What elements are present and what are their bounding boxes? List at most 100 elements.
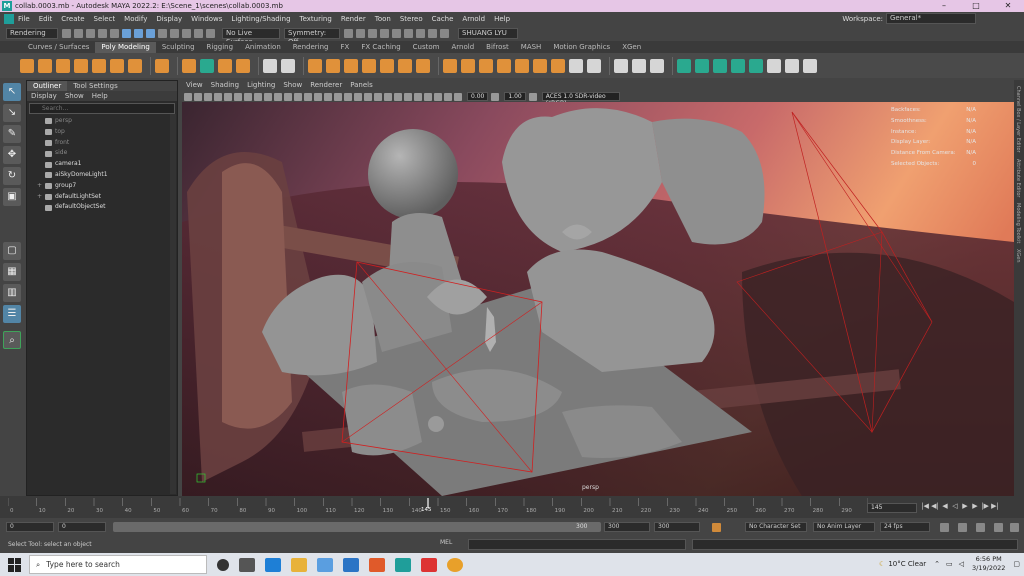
outliner-item-skydome[interactable]: aiSkyDomeLight1 <box>29 170 177 181</box>
menu-file[interactable]: File <box>18 15 30 23</box>
color-management-icon[interactable] <box>528 92 537 101</box>
outliner-item-group7[interactable]: + group7 <box>29 181 177 192</box>
poly-cube-icon[interactable] <box>38 58 52 73</box>
animation-end-field[interactable]: 300 <box>654 522 700 532</box>
poly-cone-icon[interactable] <box>74 58 88 73</box>
depth-of-field-icon[interactable] <box>414 92 422 101</box>
snap-grid-icon[interactable] <box>158 28 167 38</box>
combine-icon[interactable] <box>308 58 322 73</box>
super-shape-icon[interactable] <box>182 58 196 73</box>
edge-icon[interactable] <box>265 557 281 572</box>
snap-surface-icon[interactable] <box>206 28 215 38</box>
target-weld-icon[interactable] <box>551 58 565 73</box>
snap-view-icon[interactable] <box>194 28 203 38</box>
arnold-render-icon[interactable] <box>416 28 425 38</box>
user-account-dropdown[interactable]: SHUANG LYU <box>458 27 518 39</box>
shelf-tab-poly-modeling[interactable]: Poly Modeling <box>95 42 156 53</box>
menu-arnold[interactable]: Arnold <box>462 15 485 23</box>
exposure-icon[interactable] <box>454 92 462 101</box>
windows-start-icon[interactable] <box>8 557 24 572</box>
playback-start-field[interactable]: 0 <box>58 522 106 532</box>
bevel-icon[interactable] <box>479 58 493 73</box>
paint-select-tool-icon[interactable]: ✎ <box>3 125 21 143</box>
play-backwards-icon[interactable]: ◁ <box>950 502 960 510</box>
smooth-shade-icon[interactable] <box>324 92 332 101</box>
grease-pencil-icon[interactable] <box>234 92 242 101</box>
render-settings-icon[interactable] <box>392 28 401 38</box>
acrobat-icon[interactable] <box>421 557 437 572</box>
outliner-item-camera1[interactable]: camera1 <box>29 159 177 170</box>
menu-lighting-shading[interactable]: Lighting/Shading <box>231 15 290 23</box>
construction-history-icon[interactable] <box>344 28 353 38</box>
symmetry-dropdown[interactable]: Symmetry: Off <box>284 27 340 46</box>
uv-toolkit-icon[interactable] <box>785 58 799 73</box>
hypershade-icon[interactable] <box>404 28 413 38</box>
chrome-icon[interactable] <box>447 557 463 572</box>
select-tool-icon[interactable]: ↖ <box>3 83 21 101</box>
camera-based-mapping-icon[interactable] <box>749 58 763 73</box>
outliner-scrollbar[interactable] <box>170 114 176 494</box>
outliner-menu-show[interactable]: Show <box>65 91 84 101</box>
go-to-start-icon[interactable]: |◀ <box>920 502 930 510</box>
open-scene-icon[interactable] <box>74 28 83 38</box>
shelf-tab-arnold[interactable]: Arnold <box>446 42 481 53</box>
resolution-gate-icon[interactable] <box>264 92 272 101</box>
loop-icon[interactable] <box>940 523 949 532</box>
scale-tool-icon[interactable]: ▣ <box>3 188 21 206</box>
shelf-tab-rigging[interactable]: Rigging <box>201 42 240 53</box>
menu-toon[interactable]: Toon <box>375 15 391 23</box>
3d-viewport[interactable]: Backfaces: N/A Smoothness: N/A Instance: N/… <box>182 102 1014 496</box>
menu-create[interactable]: Create <box>61 15 84 23</box>
outliner-layout-icon[interactable]: ☰ <box>3 305 21 323</box>
search-icon[interactable]: ⌕ <box>3 331 21 349</box>
shelf-tab-animation[interactable]: Animation <box>239 42 287 53</box>
smooth-icon[interactable] <box>281 58 295 73</box>
fps-dropdown[interactable]: 24 fps <box>880 522 930 532</box>
film-gate-icon[interactable] <box>254 92 262 101</box>
poly-plane-icon[interactable] <box>110 58 124 73</box>
close-button[interactable]: ✕ <box>992 0 1024 12</box>
new-scene-icon[interactable] <box>62 28 71 38</box>
office-icon[interactable] <box>369 557 385 572</box>
auto-key-icon[interactable] <box>712 523 721 532</box>
gate-mask-icon[interactable] <box>274 92 282 101</box>
slide-edge-icon[interactable] <box>632 58 646 73</box>
step-back-frame-icon[interactable]: ◀ <box>940 502 950 510</box>
select-object-icon[interactable] <box>134 28 143 38</box>
character-set-dropdown[interactable]: No Character Set <box>745 522 807 532</box>
shelf-tab-mash[interactable]: MASH <box>515 42 548 53</box>
viewport-menu-panels[interactable]: Panels <box>350 80 373 91</box>
save-scene-icon[interactable] <box>86 28 95 38</box>
expand-icon[interactable]: + <box>37 181 45 192</box>
menu-windows[interactable]: Windows <box>191 15 222 23</box>
gamma-icon[interactable] <box>491 92 500 101</box>
viewport-menu-view[interactable]: View <box>186 80 203 91</box>
shelf-tab-fx[interactable]: FX <box>335 42 356 53</box>
cortana-icon[interactable] <box>217 558 229 571</box>
checker-map-icon[interactable] <box>767 58 781 73</box>
maya-taskbar-icon[interactable] <box>395 557 411 572</box>
menu-modify[interactable]: Modify <box>124 15 147 23</box>
render-view-icon[interactable] <box>356 28 365 38</box>
tab-modeling-toolkit[interactable]: Modeling Toolkit <box>1015 203 1021 243</box>
shelf-tab-bifrost[interactable]: Bifrost <box>480 42 515 53</box>
isolate-select-icon[interactable] <box>424 92 432 101</box>
outliner-item-default-light-set[interactable]: + defaultLightSet <box>29 192 177 203</box>
live-surface-field[interactable]: No Live Surface <box>222 27 280 46</box>
outliner-search-input[interactable]: Search... <box>29 103 175 114</box>
menu-render[interactable]: Render <box>341 15 366 23</box>
rotate-tool-icon[interactable]: ↻ <box>3 167 21 185</box>
shelf-tab-motion-graphics[interactable]: Motion Graphics <box>547 42 616 53</box>
menu-help[interactable]: Help <box>494 15 510 23</box>
separate-icon[interactable] <box>326 58 340 73</box>
uv-editor-icon[interactable] <box>650 58 664 73</box>
use-all-lights-icon[interactable] <box>364 92 372 101</box>
range-bar[interactable] <box>113 522 601 532</box>
menu-set-dropdown[interactable]: Rendering <box>6 27 58 39</box>
expand-icon[interactable]: + <box>37 192 45 203</box>
move-tool-icon[interactable]: ✥ <box>3 146 21 164</box>
mail-icon[interactable] <box>343 557 359 572</box>
anti-aliasing-icon[interactable] <box>404 92 412 101</box>
wireframe-on-shaded-icon[interactable] <box>344 92 352 101</box>
image-plane-icon[interactable] <box>214 92 222 101</box>
